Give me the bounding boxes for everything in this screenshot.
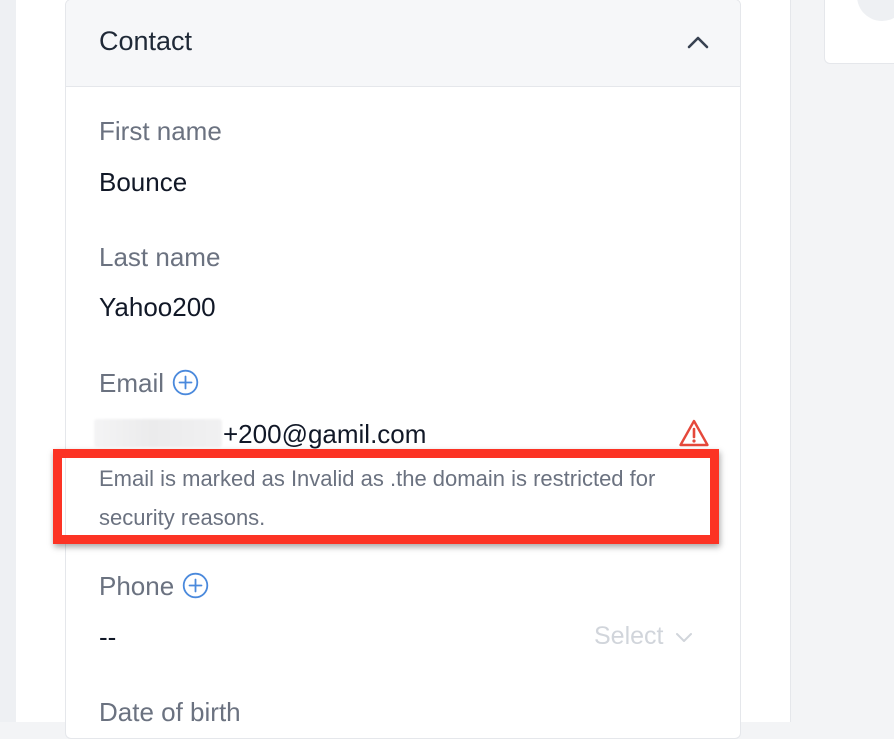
avatar-placeholder: [857, 0, 894, 21]
phone-type-select-label: Select: [594, 622, 664, 650]
right-panel: [791, 0, 894, 722]
add-phone-button[interactable]: [182, 572, 209, 599]
contact-card-header[interactable]: Contact: [66, 0, 740, 87]
first-name-value[interactable]: Bounce: [99, 167, 187, 198]
last-name-value[interactable]: Yahoo200: [99, 292, 216, 323]
phone-label-row: Phone: [99, 571, 209, 602]
last-name-label: Last name: [99, 242, 221, 272]
email-value[interactable]: +200@gamil.com: [223, 419, 426, 450]
warning-triangle-icon: [679, 419, 709, 447]
plus-circle-icon: [182, 572, 209, 599]
main-column: Contact First name Bounce Last name Yaho…: [16, 0, 791, 739]
warning-icon-button[interactable]: [678, 418, 710, 448]
date-of-birth-label: Date of birth: [99, 697, 241, 727]
collapse-button[interactable]: [684, 28, 712, 56]
left-strip: [0, 0, 16, 722]
card-title: Contact: [99, 26, 193, 56]
email-error-message: Email is marked as Invalid as .the domai…: [99, 466, 656, 530]
first-name-label: First name: [99, 116, 222, 146]
phone-type-select[interactable]: Select: [594, 622, 693, 651]
right-panel-card: [824, 0, 894, 64]
contact-card: Contact First name Bounce Last name Yaho…: [65, 0, 741, 739]
plus-circle-icon: [172, 369, 199, 396]
add-email-button[interactable]: [172, 369, 199, 396]
phone-label: Phone: [99, 571, 175, 601]
chevron-down-icon: [676, 632, 693, 642]
phone-value[interactable]: --: [99, 622, 116, 653]
email-label-row: Email: [99, 368, 199, 399]
email-label: Email: [99, 368, 165, 398]
chevron-up-icon: [687, 36, 709, 49]
email-redacted-part: [94, 419, 222, 447]
